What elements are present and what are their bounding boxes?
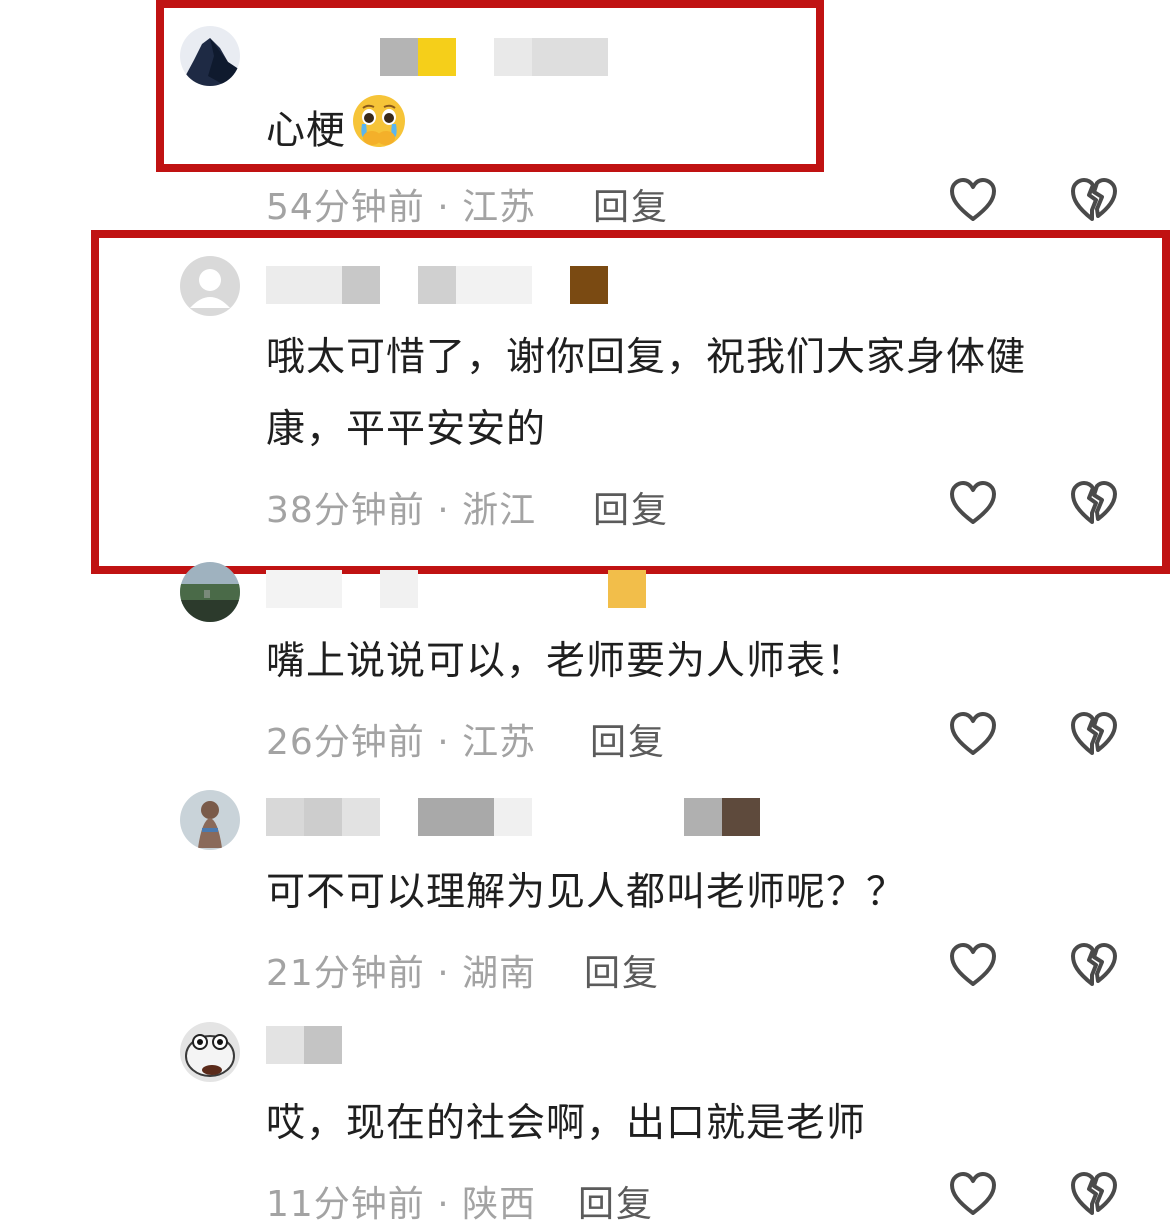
comment-meta: 26分钟前 · 江苏 xyxy=(266,713,536,765)
reply-button[interactable]: 回复 xyxy=(593,178,669,230)
meta-separator: · xyxy=(437,187,450,228)
like-heart-icon[interactable] xyxy=(948,710,998,760)
dislike-broken-heart-icon[interactable] xyxy=(1069,941,1119,991)
comment-meta: 11分钟前 · 陕西 xyxy=(266,1175,536,1227)
dislike-broken-heart-icon[interactable] xyxy=(1069,710,1119,760)
timestamp: 11分钟前 xyxy=(266,1184,425,1225)
location: 湖南 xyxy=(462,953,537,994)
timestamp: 21分钟前 xyxy=(266,953,425,994)
timestamp: 54分钟前 xyxy=(266,187,425,228)
highlight-box-2 xyxy=(91,230,1170,574)
highlight-box-1 xyxy=(156,0,824,172)
meta-separator: · xyxy=(437,1184,450,1225)
location: 江苏 xyxy=(462,722,537,763)
like-heart-icon[interactable] xyxy=(948,941,998,991)
comment-text: 可不可以理解为见人都叫老师呢？？ xyxy=(266,870,907,915)
dislike-broken-heart-icon[interactable] xyxy=(1069,176,1119,226)
meta-separator: · xyxy=(437,953,450,994)
reply-button[interactable]: 回复 xyxy=(584,944,660,996)
location: 江苏 xyxy=(462,187,537,228)
username-redacted[interactable] xyxy=(266,1026,786,1064)
comment-text: 哎，现在的社会啊，出口就是老师 xyxy=(266,1101,867,1146)
username-redacted[interactable] xyxy=(266,570,786,608)
reply-button[interactable]: 回复 xyxy=(590,713,666,765)
location: 陕西 xyxy=(462,1184,537,1225)
like-heart-icon[interactable] xyxy=(948,176,998,226)
reply-button[interactable]: 回复 xyxy=(578,1175,654,1227)
like-heart-icon[interactable] xyxy=(948,1170,998,1220)
avatar[interactable] xyxy=(180,790,240,850)
comment-meta: 54分钟前 · 江苏 xyxy=(266,178,536,230)
comment-meta: 21分钟前 · 湖南 xyxy=(266,944,536,996)
comment-text: 嘴上说说可以，老师要为人师表！ xyxy=(266,639,867,684)
avatar[interactable] xyxy=(180,1022,240,1082)
timestamp: 26分钟前 xyxy=(266,722,425,763)
meta-separator: · xyxy=(437,722,450,763)
dislike-broken-heart-icon[interactable] xyxy=(1069,1170,1119,1220)
avatar[interactable] xyxy=(180,562,240,622)
username-redacted[interactable] xyxy=(266,798,786,836)
